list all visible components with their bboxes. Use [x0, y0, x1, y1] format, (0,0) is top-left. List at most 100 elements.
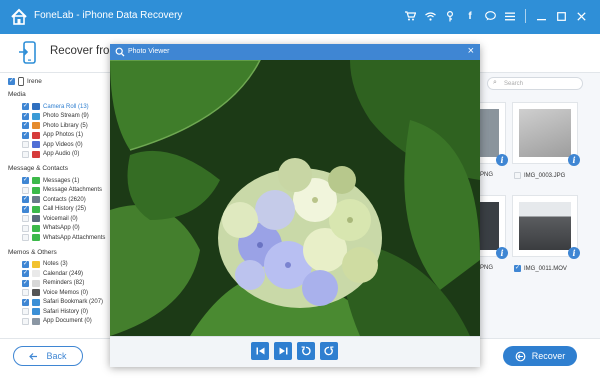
recover-button-label: Recover	[531, 351, 566, 361]
thumbnail-checkbox[interactable]	[514, 172, 521, 179]
title-bar-separator	[525, 9, 526, 23]
app-window: FoneLab - iPhone Data Recovery f Recover…	[0, 0, 600, 379]
chat-icon[interactable]	[483, 8, 497, 24]
recover-button[interactable]: Recover	[503, 346, 577, 366]
sidebar-item-checkbox[interactable]	[22, 186, 29, 194]
info-icon[interactable]: i	[568, 154, 580, 166]
sidebar-item[interactable]: App Videos (0)	[22, 140, 89, 150]
thumbnail-card[interactable]: i	[512, 195, 580, 259]
back-button[interactable]: Back	[13, 346, 83, 366]
sidebar-item-checkbox[interactable]: ✓	[22, 196, 29, 204]
category-icon	[32, 122, 40, 130]
search-icon: ⌕	[493, 79, 497, 86]
sidebar-item-checkbox[interactable]: ✓	[22, 270, 29, 278]
back-button-label: Back	[46, 351, 67, 361]
last-icon[interactable]	[274, 342, 292, 360]
sidebar-item[interactable]: ✓ Camera Roll (13)	[22, 102, 89, 112]
thumbnail-label: IMG_0003.JPG	[514, 172, 565, 179]
maximize-icon[interactable]	[554, 8, 568, 24]
sidebar-item[interactable]: ✓ Notes (3)	[22, 260, 103, 270]
sidebar-item[interactable]: ✓ Safari Bookmark (207)	[22, 298, 103, 308]
sidebar-item[interactable]: ✓ Reminders (82)	[22, 279, 103, 289]
sidebar-item-checkbox[interactable]	[22, 289, 29, 297]
sidebar-item-checkbox[interactable]	[22, 141, 29, 149]
sidebar-item-checkbox[interactable]: ✓	[22, 205, 29, 213]
sidebar-item-label: Message Attachments	[43, 187, 103, 194]
device-checkbox[interactable]: ✓	[8, 78, 15, 85]
close-icon[interactable]: ×	[468, 45, 474, 57]
photo-viewer-controls	[110, 336, 480, 367]
search-input[interactable]: ⌕ Search	[487, 77, 583, 90]
thumbnail-checkbox[interactable]: ✓	[514, 265, 521, 272]
rotate-right-icon[interactable]	[320, 342, 338, 360]
sidebar-item[interactable]: Voicemail (0)	[22, 214, 105, 224]
sidebar-item-checkbox[interactable]: ✓	[22, 177, 29, 185]
sidebar-item-checkbox[interactable]	[22, 234, 29, 242]
sidebar-item-label: App Photos (1)	[43, 132, 84, 139]
sidebar-item-checkbox[interactable]	[22, 150, 29, 158]
sidebar-item-label: Voice Memos (0)	[43, 289, 89, 296]
category-items: ✓ Notes (3) ✓ Calendar (249) ✓ Reminders (82)…	[22, 260, 103, 327]
arrow-left-icon	[29, 352, 38, 360]
sidebar-item[interactable]: ✓ Calendar (249)	[22, 269, 103, 279]
photo-viewer-icon	[115, 47, 125, 57]
sidebar-item[interactable]: ✓ Call History (25)	[22, 205, 105, 215]
sidebar-item-checkbox[interactable]: ✓	[22, 112, 29, 120]
thumbnail-image	[519, 109, 571, 157]
info-icon[interactable]: i	[568, 247, 580, 259]
photo-viewer-dialog: Photo Viewer ×	[110, 44, 480, 367]
sidebar-item-checkbox[interactable]: ✓	[22, 260, 29, 268]
sidebar-item[interactable]: Voice Memos (0)	[22, 288, 103, 298]
thumbnail-card[interactable]: i	[512, 102, 580, 166]
sidebar-item[interactable]: ✓ Messages (1)	[22, 176, 105, 186]
sidebar-item[interactable]: WhatsApp Attachments	[22, 233, 105, 243]
thumbnail-label: PNG	[480, 265, 494, 271]
sidebar-item[interactable]: App Audio (0)	[22, 150, 89, 160]
cart-icon[interactable]	[403, 8, 417, 24]
thumbnail-image	[519, 202, 571, 250]
info-icon[interactable]: i	[496, 154, 508, 166]
close-icon[interactable]	[574, 8, 588, 24]
home-icon[interactable]	[10, 8, 28, 26]
sidebar-item-label: App Document (0)	[43, 318, 92, 325]
sidebar-item[interactable]: ✓ Contacts (2620)	[22, 195, 105, 205]
menu-icon[interactable]	[503, 8, 517, 24]
sidebar-item[interactable]: WhatsApp (0)	[22, 224, 105, 234]
category-icon	[32, 234, 40, 242]
sidebar-item[interactable]: Message Attachments	[22, 186, 105, 196]
sidebar-item-label: Reminders (82)	[43, 280, 85, 287]
sidebar-item[interactable]: ✓ Photo Library (5)	[22, 121, 89, 131]
device-row[interactable]: ✓ Irene	[8, 77, 42, 86]
sidebar-item-checkbox[interactable]	[22, 215, 29, 223]
sidebar-item[interactable]: ✓ Photo Stream (9)	[22, 112, 89, 122]
sidebar-item-label: Camera Roll (13)	[43, 103, 89, 110]
iphone-icon	[18, 77, 24, 86]
sidebar-item-label: Safari History (0)	[43, 308, 89, 315]
sidebar-item-checkbox[interactable]	[22, 308, 29, 316]
category-icon	[32, 289, 40, 297]
sidebar-item-checkbox[interactable]: ✓	[22, 122, 29, 130]
sidebar-item[interactable]: ✓ App Photos (1)	[22, 131, 89, 141]
category-icon	[32, 298, 40, 306]
wifi-icon[interactable]	[423, 8, 437, 24]
sidebar-item-checkbox[interactable]: ✓	[22, 103, 29, 111]
sidebar-item-checkbox[interactable]: ✓	[22, 131, 29, 139]
sidebar-item-checkbox[interactable]: ✓	[22, 298, 29, 306]
category-icon	[32, 317, 40, 325]
photo-viewer-titlebar: Photo Viewer ×	[110, 44, 480, 60]
sidebar-item-checkbox[interactable]	[22, 224, 29, 232]
sidebar-item-checkbox[interactable]: ✓	[22, 279, 29, 287]
rotate-left-icon[interactable]	[297, 342, 315, 360]
category-icon	[32, 215, 40, 223]
category-icon	[32, 103, 40, 111]
info-icon[interactable]: i	[496, 247, 508, 259]
sidebar-item[interactable]: Safari History (0)	[22, 307, 103, 317]
minimize-icon[interactable]	[534, 8, 548, 24]
key-icon[interactable]	[443, 8, 457, 24]
first-icon[interactable]	[251, 342, 269, 360]
category-icon	[32, 186, 40, 194]
sidebar-item-checkbox[interactable]	[22, 317, 29, 325]
facebook-icon[interactable]: f	[463, 8, 477, 24]
category-icon	[32, 270, 40, 278]
sidebar-item[interactable]: App Document (0)	[22, 317, 103, 327]
